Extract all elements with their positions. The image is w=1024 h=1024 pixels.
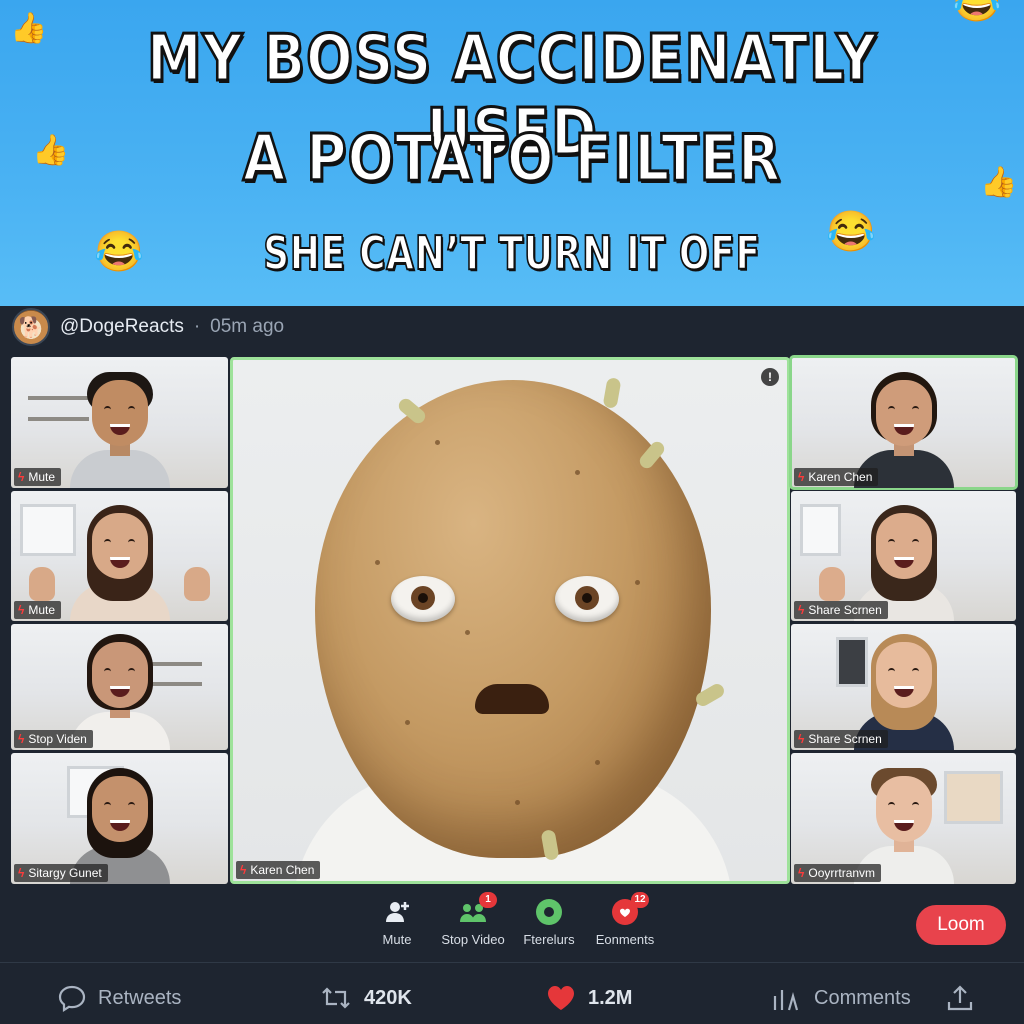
meme-banner: 👍 👍 👍 😂 😂 😂 MY BOSS ACCIDENATLY USED A P… bbox=[0, 0, 1024, 306]
comments-action[interactable]: Comments bbox=[772, 984, 911, 1012]
author-handle[interactable]: @DogeReacts bbox=[60, 316, 184, 338]
info-icon[interactable]: ! bbox=[761, 368, 779, 386]
mic-off-icon: ϟ bbox=[798, 732, 805, 746]
participant-name: Ooyrrtranvm bbox=[808, 866, 876, 880]
heart-reaction-icon: 12 bbox=[611, 892, 649, 926]
participant-tile[interactable]: ϟ Mute bbox=[11, 357, 228, 488]
thumbs-up-icon: 👍 bbox=[10, 12, 48, 45]
avatar[interactable]: 🐕 bbox=[12, 308, 50, 346]
participant-video bbox=[60, 501, 180, 621]
meme-caption-line-3: SHE CAN’T TURN IT OFF bbox=[262, 225, 761, 281]
meeting-toolbar: Mute 1 Stop Video Fterelurs 12 Eonments bbox=[0, 892, 1024, 958]
participant-name-label: ϟ Share Scrnen bbox=[794, 730, 888, 748]
retweet-icon bbox=[322, 987, 350, 1009]
participant-tile[interactable]: ϟ Share Scrnen bbox=[791, 491, 1016, 621]
heart-icon bbox=[548, 986, 574, 1010]
retweets-label: Retweets bbox=[98, 986, 182, 1009]
retweet-button[interactable]: 420K bbox=[320, 984, 412, 1012]
separator-dot: · bbox=[193, 316, 201, 337]
mic-off-icon: ϟ bbox=[18, 603, 25, 617]
thumbs-up-icon: 👍 bbox=[32, 134, 70, 167]
post-timestamp: 05m ago bbox=[210, 316, 285, 337]
participant-name: Mute bbox=[28, 470, 56, 484]
mic-off-icon: ϟ bbox=[798, 603, 805, 617]
participant-tile[interactable]: ϟ Ooyrrtranvm bbox=[791, 753, 1016, 884]
like-count: 1.2M bbox=[588, 986, 633, 1009]
analytics-icon bbox=[773, 990, 799, 1011]
participant-name: Karen Chen bbox=[808, 470, 873, 484]
potato-eye bbox=[555, 576, 619, 622]
notification-badge: 12 bbox=[631, 892, 649, 908]
retweet-count: 420K bbox=[364, 986, 412, 1009]
participant-name-label: ϟ Share Scrnen bbox=[794, 601, 888, 619]
participant-name: Stop Viden bbox=[28, 732, 87, 746]
post-actions-bar: Retweets 420K 1.2M Comments bbox=[0, 972, 1024, 1024]
add-user-icon bbox=[383, 898, 411, 926]
participant-tile[interactable]: ϟ Sitargy Gunet bbox=[11, 753, 228, 884]
comments-label: Eonments bbox=[595, 932, 655, 947]
mute-label: Mute bbox=[382, 932, 412, 947]
participants-label: Fterelurs bbox=[523, 932, 575, 947]
comments-action-label: Comments bbox=[814, 986, 911, 1009]
mic-off-icon: ϟ bbox=[798, 866, 805, 880]
participants-icon: 1 bbox=[459, 892, 497, 926]
mic-off-icon: ϟ bbox=[18, 866, 25, 880]
reaction-icon bbox=[535, 898, 563, 926]
participant-name-label: ϟ Mute bbox=[14, 601, 62, 619]
participant-name-label: ϟ Sitargy Gunet bbox=[14, 864, 108, 882]
notification-badge: 1 bbox=[479, 892, 497, 908]
mic-off-icon: ϟ bbox=[240, 863, 247, 877]
laughing-emoji-icon: 😂 bbox=[952, 0, 1002, 24]
reply-button[interactable]: Retweets bbox=[58, 984, 181, 1012]
participant-name-label: ϟ Ooyrrtranvm bbox=[794, 864, 882, 882]
participant-tile[interactable]: ϟ Share Scrnen bbox=[791, 624, 1016, 750]
participant-tile[interactable]: ϟ Karen Chen bbox=[789, 355, 1018, 490]
participant-tile[interactable]: ϟ Mute bbox=[11, 491, 228, 621]
thumbs-up-icon: 👍 bbox=[980, 166, 1018, 199]
comments-button[interactable]: 12 Eonments bbox=[580, 892, 670, 947]
mic-off-icon: ϟ bbox=[798, 470, 805, 484]
participant-name-label: ϟ Karen Chen bbox=[794, 468, 879, 486]
leave-button[interactable]: Loom bbox=[916, 905, 1006, 945]
participant-name: Sitargy Gunet bbox=[28, 866, 102, 880]
potato-mouth bbox=[475, 684, 549, 714]
participant-name-label: ϟ Mute bbox=[14, 468, 62, 486]
participant-tile[interactable]: ϟ Stop Viden bbox=[11, 624, 228, 750]
mic-off-icon: ϟ bbox=[18, 470, 25, 484]
meme-caption-line-2: A POTATO FILTER bbox=[241, 121, 782, 198]
participant-name: Share Scrnen bbox=[808, 603, 882, 617]
potato-eye bbox=[391, 576, 455, 622]
post-header: 🐕 @DogeReacts · 05m ago bbox=[12, 308, 284, 346]
share-icon bbox=[947, 985, 973, 1011]
speech-bubble-icon bbox=[58, 985, 86, 1012]
participant-video bbox=[60, 368, 180, 488]
participant-name-label: ϟ Stop Viden bbox=[14, 730, 93, 748]
participant-name-label: ϟ Karen Chen bbox=[236, 861, 321, 879]
active-speaker-tile[interactable]: ! ϟ Karen Chen bbox=[230, 357, 790, 884]
participant-name: Mute bbox=[28, 603, 56, 617]
stop-video-label: Stop Video bbox=[441, 932, 505, 947]
like-button[interactable]: 1.2M bbox=[546, 984, 632, 1012]
divider bbox=[0, 962, 1024, 963]
mic-off-icon: ϟ bbox=[18, 732, 25, 746]
participant-name: Karen Chen bbox=[250, 863, 315, 877]
participant-name: Share Scrnen bbox=[808, 732, 882, 746]
share-button[interactable] bbox=[946, 984, 974, 1012]
